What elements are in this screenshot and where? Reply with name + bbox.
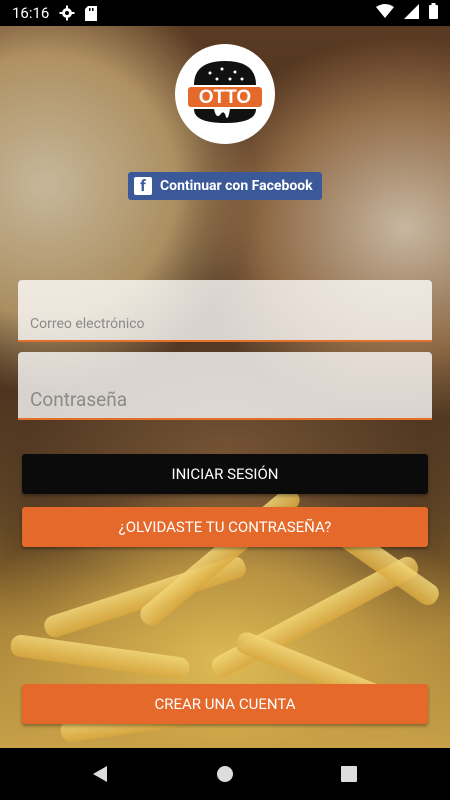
otto-logo: OTTO [175, 44, 275, 144]
wifi-icon [376, 4, 394, 22]
signal-icon [404, 3, 419, 23]
logo-text: OTTO [199, 87, 251, 108]
password-field[interactable]: Contraseña [18, 352, 432, 420]
status-bar: 16:16 [0, 0, 450, 26]
navigation-bar [0, 748, 450, 800]
recents-icon[interactable] [337, 762, 361, 786]
email-placeholder: Correo electrónico [30, 316, 145, 332]
battery-icon [429, 3, 438, 23]
facebook-login-button[interactable]: f Continuar con Facebook [128, 172, 322, 200]
password-placeholder: Contraseña [30, 388, 128, 411]
facebook-icon: f [134, 177, 152, 195]
create-account-button[interactable]: CREAR UNA CUENTA [22, 684, 428, 724]
status-time: 16:16 [12, 4, 50, 22]
sd-card-icon [85, 5, 98, 21]
gear-icon [59, 5, 75, 21]
burger-logo-icon: OTTO [188, 61, 262, 123]
forgot-password-button[interactable]: ¿OLVIDASTE TU CONTRASEÑA? [22, 507, 428, 547]
facebook-button-label: Continuar con Facebook [160, 178, 313, 194]
home-icon[interactable] [213, 762, 237, 786]
email-field[interactable]: Correo electrónico [18, 280, 432, 342]
back-icon[interactable] [88, 762, 112, 786]
login-button[interactable]: INICIAR SESIÓN [22, 454, 428, 494]
